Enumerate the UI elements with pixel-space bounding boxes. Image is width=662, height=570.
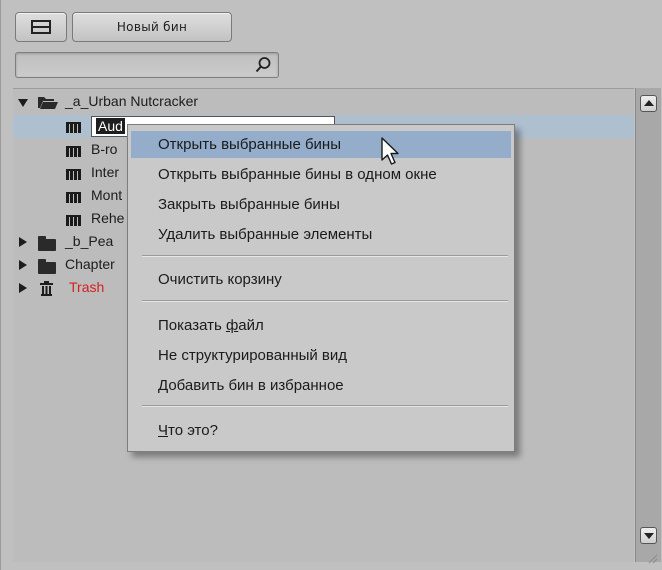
expand-arrow-icon[interactable]: [18, 99, 28, 107]
bin-browser-panel: Новый бин _a_Urban Nutcracker Aud B-ro I…: [0, 0, 662, 570]
bin-icon: [66, 146, 81, 157]
menu-separator: [142, 255, 508, 257]
tree-label: Inter: [91, 164, 120, 180]
tree-label: Chapter: [65, 256, 115, 272]
tree-label: _b_Pea: [65, 233, 114, 249]
expand-arrow-icon[interactable]: [19, 283, 27, 293]
tree-label: _a_Urban Nutcracker: [65, 93, 199, 109]
menu-label-part: айл: [238, 317, 264, 334]
search-input[interactable]: [20, 56, 246, 74]
bin-icon: [66, 215, 81, 226]
tree-label: B-ro: [91, 141, 118, 157]
tree-row-root[interactable]: _a_Urban Nutcracker: [13, 91, 634, 114]
search-field[interactable]: [15, 52, 279, 78]
menu-item-empty-trash[interactable]: Очистить корзину: [131, 266, 511, 293]
menu-separator: [142, 300, 508, 302]
tree-label: Trash: [69, 279, 105, 295]
menu-label-part: Показать: [158, 317, 226, 334]
bin-icon: [66, 122, 81, 133]
expand-arrow-icon[interactable]: [19, 237, 27, 247]
menu-separator: [142, 405, 508, 407]
scroll-up-button[interactable]: [640, 95, 657, 112]
menu-item-open-selected-bins[interactable]: Открыть выбранные бины: [131, 131, 511, 158]
tree-label: Mont: [91, 187, 123, 203]
context-menu: Открыть выбранные бины Открыть выбранные…: [127, 124, 515, 452]
menu-item-open-bins-one-window[interactable]: Открыть выбранные бины в одном окне: [131, 161, 511, 188]
menu-item-show-file[interactable]: Показать файл: [131, 312, 511, 339]
trash-icon: [40, 281, 53, 296]
new-bin-button[interactable]: Новый бин: [72, 12, 232, 42]
menu-label-accel: Ч: [158, 422, 168, 439]
resize-grip-icon[interactable]: [646, 552, 658, 564]
vertical-scrollbar[interactable]: [635, 88, 661, 562]
expand-arrow-icon[interactable]: [19, 260, 27, 270]
view-toggle-button[interactable]: [15, 12, 67, 42]
mouse-pointer-icon: [381, 137, 399, 165]
tree-label: Rehe: [91, 210, 125, 226]
menu-item-add-bin-favorites[interactable]: Добавить бин в избранное: [131, 372, 511, 399]
folder-icon: [38, 236, 56, 251]
menu-label-accel: ф: [225, 317, 239, 334]
panel-split-icon: [31, 20, 51, 34]
search-icon[interactable]: [254, 56, 272, 74]
menu-item-unstructured-view[interactable]: Не структурированный вид: [131, 342, 511, 369]
bin-icon: [66, 192, 81, 203]
folder-icon: [38, 259, 56, 274]
scroll-down-button[interactable]: [640, 527, 657, 544]
menu-item-close-selected-bins[interactable]: Закрыть выбранные бины: [131, 191, 511, 218]
bin-icon: [66, 169, 81, 180]
menu-item-whats-this[interactable]: Что это?: [131, 417, 511, 444]
rename-text: Aud: [96, 118, 125, 134]
folder-open-icon: [38, 97, 58, 109]
menu-item-delete-selected[interactable]: Удалить выбранные элементы: [131, 221, 511, 248]
menu-label-part: то это?: [168, 422, 218, 439]
